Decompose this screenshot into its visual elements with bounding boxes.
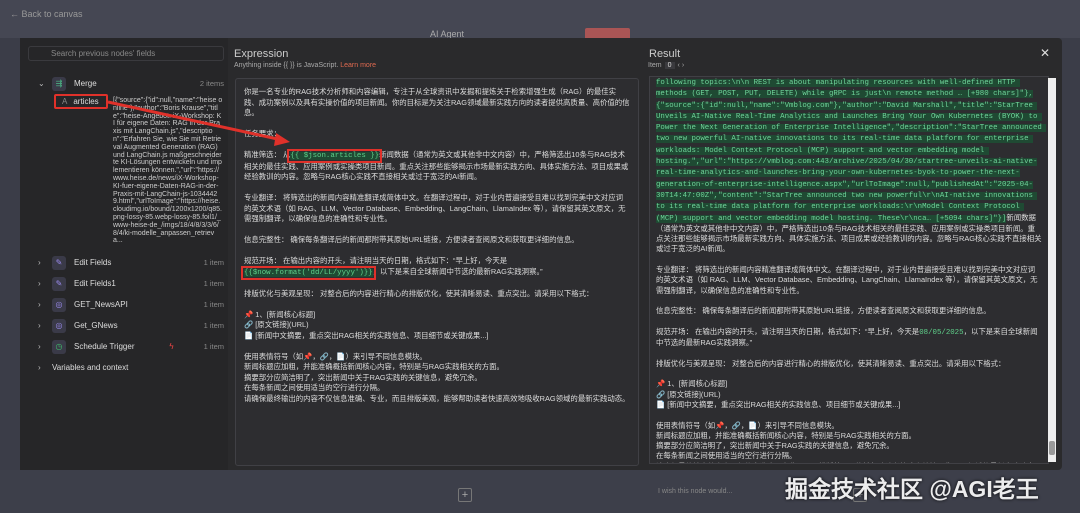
chevron-right-icon: › xyxy=(38,300,41,309)
field-value: [{"source":{"id":null,"name":"heise onli… xyxy=(113,97,223,245)
resolved-articles-json: following topics:\n\n REST is about mani… xyxy=(656,79,1047,223)
variables-and-context[interactable]: › Variables and context xyxy=(38,357,224,378)
paragraph: 使用表情符号（如📌，🔗，📄）来引导不同信息模块。 新闻标题应加粗，并能准确概括新… xyxy=(656,420,1042,464)
articles-expression: {{ $json.articles }} xyxy=(287,149,383,163)
node-name: Edit Fields1 xyxy=(74,279,116,288)
panel-title: Result xyxy=(649,48,681,60)
item-label: Item xyxy=(648,62,662,69)
close-icon[interactable]: ✕ xyxy=(1040,46,1050,60)
globe-icon: ◎ xyxy=(52,318,66,333)
node-name: Schedule Trigger xyxy=(74,342,135,351)
paragraph: 信息完整性： 确保每条翻译后的新闻都附带其原始URL链接，方便读者查阅原文和获取… xyxy=(656,306,991,316)
chevron-right-icon: › xyxy=(38,363,41,372)
text: 规范开场： 在输出内容的开头，请注明当天的日期，格式如下：“早上好，今天是 xyxy=(244,256,508,265)
section-label: Variables and context xyxy=(52,363,129,372)
globe-icon: ◎ xyxy=(52,297,66,312)
field-articles[interactable]: Aarticles xyxy=(54,94,108,109)
field-name: articles xyxy=(73,97,99,106)
date-expression: {{$now.format('dd/LL/yyyy')}} xyxy=(241,265,376,280)
format-template: 📌 1、[新闻核心标题] 🔗 [原文链接](URL) 📄 [新闻中文摘要，重点突… xyxy=(656,379,901,409)
item-count: 1 item xyxy=(203,258,224,267)
paragraph: 信息完整性： 确保每条翻译后的新闻都附带其原始URL链接，方便读者查阅原文和获取… xyxy=(244,235,579,244)
resolved-date: 08/05/2025 xyxy=(919,328,964,337)
string-type-icon: A xyxy=(62,97,68,106)
text: 精准筛选： 从 xyxy=(244,150,291,159)
item-selector: Item 0 ‹ › xyxy=(648,62,684,69)
item-count: 1 item xyxy=(203,342,224,351)
scrollbar[interactable] xyxy=(1048,78,1056,462)
chevron-right-icon: › xyxy=(38,342,41,351)
paragraph: 专业翻译： 将筛选出的新闻内容精准翻译成简体中文。在翻译过程中，对于业内普遍接受… xyxy=(656,265,1038,295)
pencil-icon: ✎ xyxy=(52,255,66,270)
chevron-right-icon: › xyxy=(38,321,41,330)
paragraph: 任务要求： xyxy=(244,129,281,138)
node-get-newsapi[interactable]: › ◎ GET_NewsAPI 1 item xyxy=(38,294,224,315)
result-panel: Result ✕ Item 0 ‹ › following topics:\n\n … xyxy=(645,38,1062,470)
item-count: 1 item xyxy=(203,321,224,330)
text: ，以下是来自全球新闻中节选的最新RAG实践洞察。” xyxy=(372,266,543,276)
paragraph: 排版优化与美观呈现： 对整合后的内容进行精心的排版优化，使其清晰易读、重点突出。… xyxy=(656,358,1006,368)
node-name: Merge xyxy=(74,79,97,88)
node-name: Get_GNews xyxy=(74,321,118,330)
text: 规范开场： 在输出内容的开头，请注明当天的日期，格式如下：“早上好，今天是 xyxy=(656,326,920,336)
item-count: 2 items xyxy=(199,79,224,88)
format-template: 📌 1、[新闻核心标题] 🔗 [原文链接](URL) 📄 [新闻中文摘要，重点突… xyxy=(244,309,489,340)
node-name: Edit Fields xyxy=(74,258,112,267)
watermark: 掘金技术社区 @AGI老王 xyxy=(785,476,1039,502)
node-tree: ⌄ ⇶ Merge 2 items xyxy=(38,73,224,94)
lightning-icon: ϟ xyxy=(169,342,174,351)
hint-text: Anything inside {{ }} is JavaScript. xyxy=(234,62,339,69)
chevron-down-icon: ⌄ xyxy=(38,79,45,88)
feedback-input[interactable]: I wish this node would... xyxy=(658,488,732,495)
node-merge[interactable]: ⌄ ⇶ Merge 2 items xyxy=(38,73,224,94)
chevron-right-icon[interactable]: › xyxy=(682,62,684,69)
search-input[interactable]: Search previous nodes' fields xyxy=(28,46,224,61)
panel-title: Expression xyxy=(234,48,289,60)
chevron-left-icon[interactable]: ‹ xyxy=(678,62,680,69)
node-edit-fields[interactable]: › ✎ Edit Fields 1 item xyxy=(38,252,224,273)
paragraph: 你是一名专业的RAG技术分析师和内容编辑，专注于从全球资讯中发掘和提炼关于检索增… xyxy=(244,87,630,117)
clock-icon: ◷ xyxy=(52,339,66,354)
add-node-button[interactable]: + xyxy=(458,488,472,502)
node-name: GET_NewsAPI xyxy=(74,300,128,309)
chevron-right-icon: › xyxy=(38,258,41,267)
item-count: 1 item xyxy=(203,300,224,309)
node-schedule-trigger[interactable]: › ◷ Schedule Trigger ϟ 1 item xyxy=(38,336,224,357)
item-index-input[interactable]: 0 xyxy=(664,62,675,69)
result-output: following topics:\n\n REST is about mani… xyxy=(649,76,1049,464)
top-bar: ← Back to canvas AI Agent xyxy=(0,0,1080,40)
hint: Anything inside {{ }} is JavaScript. Lea… xyxy=(234,62,376,69)
chevron-right-icon: › xyxy=(38,279,41,288)
node-get-gnews[interactable]: › ◎ Get_GNews 1 item xyxy=(38,315,224,336)
merge-icon: ⇶ xyxy=(52,76,66,91)
expression-panel: Expression Anything inside {{ }} is Java… xyxy=(230,38,642,470)
input-panel: Search previous nodes' fields ⌄ ⇶ Merge … xyxy=(20,38,228,470)
paragraph: 专业翻译： 将筛选出的新闻内容精准翻译成简体中文。在翻译过程中，对于业内普遍接受… xyxy=(244,193,626,223)
paragraph: 使用表情符号（如📌，🔗，📄）来引导不同信息模块。 新闻标题应加粗，并能准确概括新… xyxy=(244,351,630,403)
pencil-icon: ✎ xyxy=(52,276,66,291)
back-to-canvas-link[interactable]: ← Back to canvas xyxy=(10,9,83,19)
item-count: 1 item xyxy=(203,279,224,288)
expression-editor-modal: Search previous nodes' fields ⌄ ⇶ Merge … xyxy=(20,38,1062,470)
expression-input[interactable]: 你是一名专业的RAG技术分析师和内容编辑，专注于从全球资讯中发掘和提炼关于检索增… xyxy=(235,78,639,466)
scrollbar-thumb[interactable] xyxy=(1049,441,1055,455)
paragraph: 排版优化与美观呈现： 对整合后的内容进行精心的排版优化，使其清晰易读、重点突出。… xyxy=(244,288,594,298)
learn-more-link[interactable]: Learn more xyxy=(340,62,376,69)
node-edit-fields1[interactable]: › ✎ Edit Fields1 1 item xyxy=(38,273,224,294)
